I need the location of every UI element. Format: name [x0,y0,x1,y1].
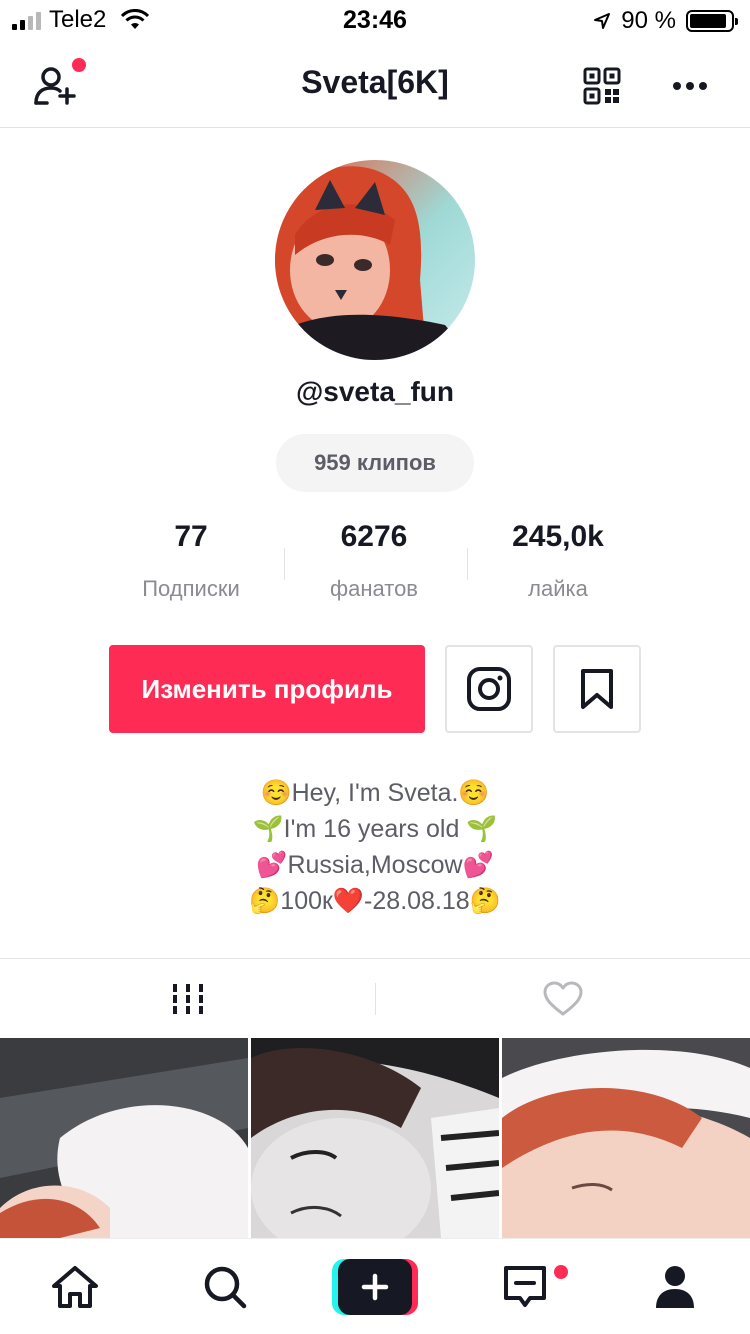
bio-line: 💕Russia,Moscow💕 [256,851,494,879]
edit-profile-button[interactable]: Изменить профиль [109,645,425,733]
profile-header: Sveta[6K] [0,42,750,128]
favorites-button[interactable] [553,645,641,733]
tab-videos[interactable] [0,959,375,1039]
nav-discover[interactable] [150,1239,300,1334]
qr-code-button[interactable] [574,58,630,114]
username: @sveta_fun [295,376,455,407]
profile-icon [656,1266,694,1308]
stat-label: фанатов [330,576,418,601]
create-button[interactable] [332,1259,418,1315]
liked-heart-icon [543,981,582,1016]
instagram-button[interactable] [445,645,533,733]
stat-label: Подписки [142,576,240,601]
search-icon [204,1266,247,1309]
page-title: Sveta[6K] [301,64,449,100]
video-grid [0,1038,750,1238]
clips-count-badge[interactable]: 959 клипов [276,434,474,492]
avatar-photo [275,160,475,360]
avatar[interactable] [275,160,475,360]
location-arrow-icon [594,13,611,29]
bottom-nav [0,1238,750,1334]
qr-code-icon [583,67,621,105]
stat-label: лайка [528,576,588,601]
stat-value: 77 [174,520,208,553]
nav-home[interactable] [0,1239,150,1334]
battery-level [690,14,726,28]
bookmark-icon [581,669,613,709]
home-icon [52,1266,98,1308]
inbox-icon [504,1266,546,1307]
battery-icon [686,10,738,32]
video-thumbnail[interactable] [251,1038,499,1238]
stat-followers[interactable]: 6276 фанатов [284,520,464,602]
instagram-icon [467,667,511,711]
status-bar: Tele2 23:46 90 % [0,0,750,42]
video-thumbnail[interactable] [502,1038,750,1238]
nav-create[interactable] [300,1239,450,1334]
video-thumbnail[interactable] [0,1038,248,1238]
videos-grid-icon [172,984,203,1014]
nav-profile[interactable] [600,1239,750,1334]
bio-line: ☺️Hey, I'm Sveta.☺️ [260,779,490,807]
stat-value: 245,0k [512,520,604,553]
tab-liked[interactable] [375,959,750,1039]
more-options-button[interactable] [662,58,718,114]
profile-bio: ☺️Hey, I'm Sveta.☺️ 🌱I'm 16 years old 🌱 … [0,776,750,920]
inbox-notification-dot [554,1265,568,1279]
stat-likes[interactable]: 245,0k лайка [468,520,648,602]
stat-value: 6276 [340,520,408,553]
status-right: 90 % [593,7,738,35]
battery-percent: 90 % [621,7,676,34]
content-tabs [0,958,750,1038]
profile-stats: 77 Подписки 6276 фанатов 245,0k лайка [0,520,750,610]
stat-following[interactable]: 77 Подписки [101,520,281,602]
nav-inbox[interactable] [450,1239,600,1334]
bio-line: 🌱I'm 16 years old 🌱 [252,815,498,843]
create-plus-icon [361,1273,389,1301]
bio-line: 🤔100к❤️-28.08.18🤔 [249,887,501,915]
more-icon [673,82,707,90]
